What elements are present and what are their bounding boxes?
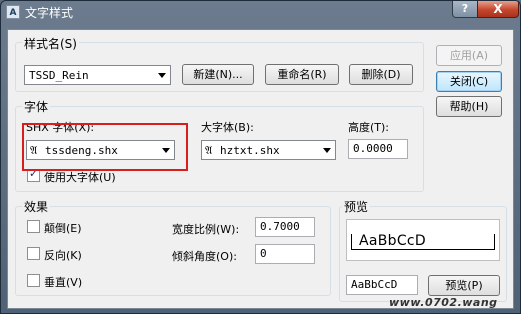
font-group-label: 字体 bbox=[22, 98, 51, 115]
vertical-checkbox[interactable] bbox=[27, 274, 40, 287]
highlight-annotation bbox=[22, 123, 188, 171]
preview-right-bound bbox=[494, 234, 495, 250]
title-close-button[interactable]: X bbox=[477, 1, 519, 18]
chevron-down-icon bbox=[158, 73, 166, 78]
window-title: 文字样式 bbox=[25, 6, 74, 20]
backwards-label: 反向(K) bbox=[44, 249, 82, 262]
apply-button[interactable]: 应用(A) bbox=[436, 45, 502, 66]
watermark: www.0702.wang bbox=[389, 296, 498, 309]
preview-group-label: 预览 bbox=[342, 198, 371, 215]
app-icon: A bbox=[6, 5, 20, 19]
height-input[interactable]: 0.0000 bbox=[348, 139, 408, 159]
use-big-font-label: 使用大字体(U) bbox=[44, 171, 116, 184]
preview-baseline bbox=[351, 249, 495, 250]
upside-down-checkbox[interactable] bbox=[27, 220, 40, 233]
effects-group-label: 效果 bbox=[22, 198, 51, 215]
preview-area: AaBbCcD bbox=[346, 219, 500, 261]
title-help-button[interactable]: ? bbox=[452, 1, 478, 18]
oblique-angle-input[interactable]: 0 bbox=[255, 244, 315, 264]
big-font-combo[interactable]: 𝔄 hztxt.shx bbox=[201, 140, 336, 160]
backwards-checkbox[interactable] bbox=[27, 247, 40, 260]
help-button[interactable]: 帮助(H) bbox=[436, 96, 502, 117]
delete-style-button[interactable]: 删除(D) bbox=[349, 64, 413, 85]
width-factor-label: 宽度比例(W): bbox=[172, 223, 240, 236]
style-name-combo[interactable]: TSSD_Rein bbox=[24, 65, 171, 85]
style-name-value: TSSD_Rein bbox=[29, 69, 89, 82]
font-file-icon: 𝔄 bbox=[205, 144, 213, 157]
close-button[interactable]: 关闭(C) bbox=[436, 71, 502, 92]
preview-text-input[interactable]: AaBbCcD bbox=[346, 275, 418, 295]
preview-sample-text: AaBbCcD bbox=[359, 233, 427, 249]
dialog-window: A 文字样式 ? X 样式名(S) TSSD_Rein 新建(N)... 重命名… bbox=[0, 0, 521, 314]
preview-button[interactable]: 预览(P) bbox=[428, 275, 500, 296]
rename-style-button[interactable]: 重命名(R) bbox=[265, 64, 339, 85]
upside-down-label: 颠倒(E) bbox=[44, 222, 82, 235]
vertical-label: 垂直(V) bbox=[44, 276, 83, 289]
title-bar[interactable]: A 文字样式 ? X bbox=[1, 1, 520, 23]
chevron-down-icon bbox=[323, 148, 331, 153]
new-style-button[interactable]: 新建(N)... bbox=[182, 64, 254, 85]
style-name-group-label: 样式名(S) bbox=[22, 35, 79, 52]
preview-left-bound bbox=[351, 234, 352, 250]
big-font-label: 大字体(B): bbox=[201, 121, 254, 134]
dialog-client: 样式名(S) TSSD_Rein 新建(N)... 重命名(R) 删除(D) 应… bbox=[7, 29, 514, 309]
width-factor-input[interactable]: 0.7000 bbox=[255, 217, 315, 237]
big-font-value: hztxt.shx bbox=[220, 144, 280, 157]
height-label: 高度(T): bbox=[348, 121, 390, 134]
oblique-angle-label: 倾斜角度(O): bbox=[172, 250, 237, 263]
